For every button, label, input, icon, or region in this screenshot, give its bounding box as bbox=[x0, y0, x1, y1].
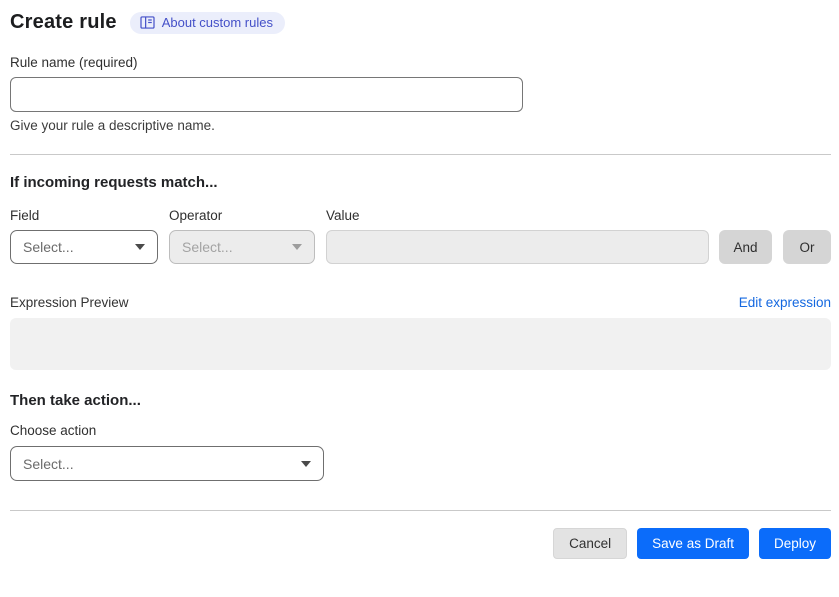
value-label: Value bbox=[326, 208, 360, 223]
edit-expression-link[interactable]: Edit expression bbox=[739, 295, 831, 310]
or-button[interactable]: Or bbox=[783, 230, 831, 264]
choose-action-select[interactable]: Select... bbox=[10, 446, 324, 481]
and-button[interactable]: And bbox=[719, 230, 772, 264]
expression-preview-header: Expression Preview Edit expression bbox=[10, 295, 831, 310]
chevron-down-icon bbox=[301, 460, 311, 467]
chevron-down-icon bbox=[135, 244, 145, 250]
about-badge-label: About custom rules bbox=[161, 14, 273, 30]
footer-actions: Cancel Save as Draft Deploy bbox=[10, 528, 831, 559]
deploy-button[interactable]: Deploy bbox=[758, 528, 831, 559]
cancel-button[interactable]: Cancel bbox=[553, 528, 628, 559]
about-custom-rules-link[interactable]: About custom rules bbox=[129, 11, 285, 34]
rule-name-help-text: Give your rule a descriptive name. bbox=[10, 118, 215, 133]
save-as-draft-button[interactable]: Save as Draft bbox=[637, 528, 749, 559]
match-section-heading: If incoming requests match... bbox=[10, 174, 218, 191]
expression-preview-label: Expression Preview bbox=[10, 295, 129, 310]
chevron-down-icon bbox=[292, 244, 302, 250]
choose-action-label: Choose action bbox=[10, 423, 97, 438]
book-icon bbox=[140, 15, 155, 29]
action-section-heading: Then take action... bbox=[10, 392, 141, 409]
value-column: Value bbox=[326, 208, 709, 264]
operator-label: Operator bbox=[169, 208, 223, 223]
match-expression-row: Field Select... Operator Select... Value… bbox=[10, 208, 831, 264]
page-title: Create rule bbox=[10, 11, 117, 33]
field-column: Field Select... bbox=[10, 208, 158, 264]
choose-action-select-value: Select... bbox=[23, 455, 74, 472]
field-label: Field bbox=[10, 208, 40, 223]
operator-select-value: Select... bbox=[182, 239, 233, 255]
field-select[interactable]: Select... bbox=[10, 230, 158, 264]
expression-preview-box bbox=[10, 318, 831, 370]
header: Create rule About custom rules bbox=[10, 0, 831, 34]
value-input bbox=[326, 230, 709, 264]
operator-column: Operator Select... bbox=[169, 208, 315, 264]
divider bbox=[10, 154, 831, 155]
rule-name-label: Rule name (required) bbox=[10, 55, 138, 70]
divider bbox=[10, 510, 831, 511]
field-select-value: Select... bbox=[23, 239, 74, 255]
rule-name-input[interactable] bbox=[10, 77, 523, 112]
operator-select: Select... bbox=[169, 230, 315, 264]
create-rule-page: Create rule About custom rules Rule name… bbox=[0, 0, 839, 597]
